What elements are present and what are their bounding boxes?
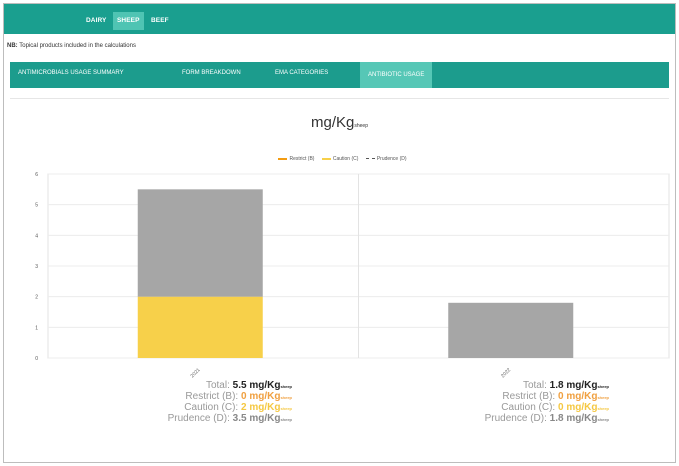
caution-label: Caution (C): [501, 402, 556, 413]
caution-unit: sheep [280, 406, 292, 411]
restrict-unit: sheep [280, 395, 292, 400]
summary-2-caution: Caution (C): 0 mg/Kgsheep [485, 402, 609, 413]
total-unit: sheep [280, 384, 292, 389]
summary-1-restrict: Restrict (B): 0 mg/Kgsheep [168, 391, 292, 402]
y-tick-label: 5 [35, 203, 38, 209]
total-label: Total: [522, 380, 547, 391]
y-tick-label: 2 [35, 295, 38, 301]
summary-1-caution: Caution (C): 2 mg/Kgsheep [168, 402, 292, 413]
prudence-value: 1.8 mg/Kg [549, 413, 598, 424]
y-tick-label: 6 [35, 172, 38, 178]
summary-2-prudence: Prudence (D): 1.8 mg/Kgsheep [485, 413, 609, 424]
restrict-label: Restrict (B): [185, 391, 239, 402]
x-tick-label: 2021 [190, 367, 202, 379]
caution-value: 2 mg/Kg [240, 402, 281, 413]
app-frame: DAIRY SHEEP BEEF NB: Topical products in… [3, 3, 676, 463]
summary-2-total: Total: 1.8 mg/Kgsheep [485, 380, 609, 391]
restrict-label: Restrict (B): [502, 391, 556, 402]
summary-2: Total: 1.8 mg/Kgsheep Restrict (B): 0 mg… [485, 380, 609, 424]
prudence-label: Prudence (D): [484, 413, 547, 424]
y-tick-label: 4 [35, 233, 38, 239]
restrict-unit: sheep [597, 395, 609, 400]
summary-1-prudence: Prudence (D): 3.5 mg/Kgsheep [168, 413, 292, 424]
y-tick-label: 1 [35, 325, 38, 331]
prudence-unit: sheep [597, 417, 609, 422]
caution-unit: sheep [597, 406, 609, 411]
summary-2-restrict: Restrict (B): 0 mg/Kgsheep [485, 391, 609, 402]
summary-1-total: Total: 5.5 mg/Kgsheep [168, 380, 292, 391]
bar-segment-caution [137, 296, 263, 358]
prudence-value: 3.5 mg/Kg [232, 413, 281, 424]
y-tick-label: 3 [35, 264, 38, 270]
caution-value: 0 mg/Kg [557, 402, 598, 413]
total-value: 5.5 mg/Kg [232, 380, 281, 391]
summary-1: Total: 5.5 mg/Kgsheep Restrict (B): 0 mg… [168, 380, 292, 424]
x-tick-label: 2022 [500, 367, 512, 379]
prudence-label: Prudence (D): [167, 413, 230, 424]
caution-label: Caution (C): [184, 402, 239, 413]
total-label: Total: [205, 380, 230, 391]
bar-segment-prudence [448, 302, 574, 358]
total-value: 1.8 mg/Kg [549, 380, 598, 391]
bar-segment-prudence [137, 189, 263, 297]
total-unit: sheep [597, 384, 609, 389]
restrict-value: 0 mg/Kg [557, 391, 598, 402]
prudence-unit: sheep [280, 417, 292, 422]
restrict-value: 0 mg/Kg [240, 391, 281, 402]
y-tick-label: 0 [35, 356, 38, 362]
stacked-bar-chart: 0 1 2 3 4 5 6 2021 2022 [35, 172, 670, 379]
